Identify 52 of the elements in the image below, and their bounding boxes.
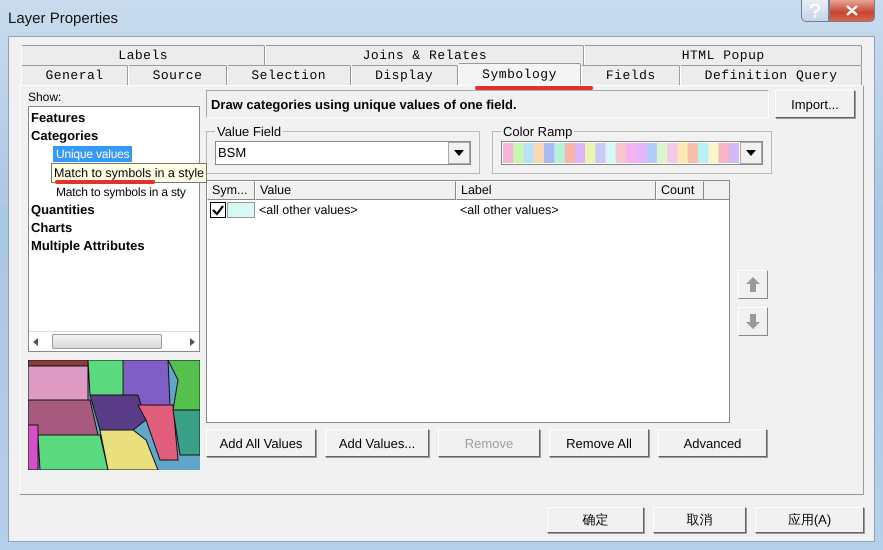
- action-button[interactable]: Add Values...: [325, 429, 429, 457]
- tab[interactable]: Fields: [581, 65, 680, 85]
- row-checkbox[interactable]: [210, 202, 226, 218]
- tab[interactable]: Definition Query: [680, 65, 862, 85]
- color-ramp-dropdown[interactable]: [501, 141, 763, 165]
- dialog-button[interactable]: 应用(A): [755, 507, 864, 533]
- up-arrow-icon: [746, 277, 760, 292]
- tree-item[interactable]: Multiple Attributes: [31, 237, 197, 255]
- dialog-button[interactable]: 确定: [547, 507, 644, 533]
- column-header[interactable]: Count: [656, 181, 704, 200]
- action-button[interactable]: Add All Values: [206, 429, 316, 457]
- tab[interactable]: HTML Popup: [584, 45, 862, 65]
- action-button[interactable]: Remove All: [549, 429, 649, 457]
- close-icon: [846, 5, 858, 16]
- move-down-button[interactable]: [738, 307, 768, 336]
- scroll-thumb[interactable]: [52, 334, 162, 349]
- tree-item[interactable]: Match to symbols in a sty: [53, 184, 189, 200]
- description-text: Draw categories using unique values of one field.: [206, 90, 769, 118]
- tab[interactable]: Source: [128, 65, 227, 85]
- tree-item[interactable]: Quantities: [31, 201, 197, 219]
- tree-item[interactable]: Features: [31, 109, 197, 127]
- column-header[interactable]: Value: [255, 181, 456, 200]
- move-up-button[interactable]: [738, 270, 768, 299]
- scroll-right-icon: [190, 338, 195, 346]
- help-button[interactable]: [801, 0, 829, 22]
- tab[interactable]: Display: [350, 65, 458, 85]
- value-field-dropdown[interactable]: BSM: [215, 141, 471, 165]
- dialog-button[interactable]: 取消: [653, 507, 746, 533]
- action-button[interactable]: Advanced: [658, 429, 767, 457]
- group-label: Value Field: [216, 124, 282, 139]
- tab[interactable]: Joins & Relates: [265, 45, 584, 65]
- window-title: Layer Properties: [8, 10, 118, 26]
- down-arrow-icon: [746, 314, 760, 329]
- tab[interactable]: Symbology: [458, 63, 582, 85]
- tree-item[interactable]: Categories: [31, 127, 197, 145]
- tab[interactable]: Selection: [226, 65, 351, 85]
- help-icon: [810, 4, 820, 18]
- horizontal-scrollbar[interactable]: [29, 331, 199, 351]
- tab[interactable]: General: [21, 65, 128, 85]
- table-cell-text: <all other values>: [258, 203, 359, 217]
- scroll-left-icon: [33, 338, 38, 346]
- column-header[interactable]: Sym...: [207, 181, 255, 200]
- show-label: Show:: [28, 90, 62, 106]
- close-button[interactable]: [829, 0, 875, 22]
- column-header[interactable]: Label: [456, 181, 656, 200]
- tab[interactable]: Labels: [21, 45, 266, 65]
- symbol-swatch[interactable]: [227, 202, 255, 218]
- import-button[interactable]: Import...: [775, 90, 855, 118]
- tooltip: Match to symbols in a style: [51, 163, 208, 183]
- tree-item[interactable]: Charts: [31, 219, 197, 237]
- group-label: Color Ramp: [502, 124, 574, 139]
- table-cell-text: <all other values>: [459, 203, 560, 217]
